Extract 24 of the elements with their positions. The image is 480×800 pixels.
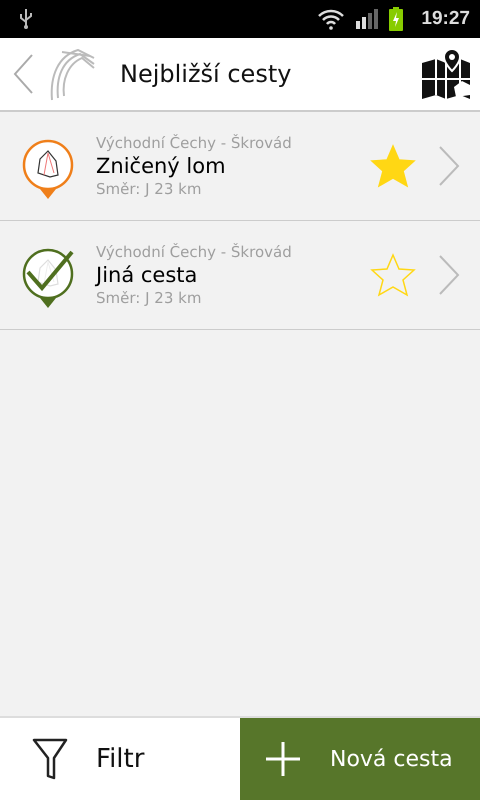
usb-icon bbox=[18, 8, 34, 30]
filter-icon bbox=[32, 738, 68, 780]
route-item[interactable]: Východní Čechy - Škrovád Jiná cesta Směr: J 23 km bbox=[0, 221, 480, 330]
battery-icon bbox=[389, 7, 404, 31]
route-details: Směr: J 23 km bbox=[96, 289, 202, 307]
map-button[interactable] bbox=[420, 47, 472, 101]
route-name: Zničený lom bbox=[96, 154, 227, 178]
route-details: Směr: J 23 km bbox=[96, 180, 202, 198]
chevron-icon bbox=[438, 254, 460, 296]
new-route-button[interactable]: Nová cesta bbox=[240, 718, 480, 800]
route-region: Východní Čechy - Škrovád bbox=[96, 134, 293, 152]
favorite-star-icon[interactable] bbox=[370, 144, 416, 188]
signal-icon bbox=[355, 9, 380, 29]
route-item[interactable]: Východní Čechy - Škrovád Zničený lom Směr: J 23 km bbox=[0, 112, 480, 221]
route-region: Východní Čechy - Škrovád bbox=[96, 243, 293, 261]
favorite-star-icon[interactable] bbox=[370, 253, 416, 297]
clock: 19:27 bbox=[421, 8, 470, 30]
chevron-icon bbox=[438, 145, 460, 187]
plus-icon bbox=[266, 742, 300, 776]
wifi-icon bbox=[317, 8, 346, 30]
route-name: Jiná cesta bbox=[96, 263, 198, 287]
back-button[interactable] bbox=[12, 53, 34, 95]
screen-title: Nejbližší cesty bbox=[120, 60, 292, 88]
filter-button[interactable]: Filtr bbox=[0, 718, 240, 800]
